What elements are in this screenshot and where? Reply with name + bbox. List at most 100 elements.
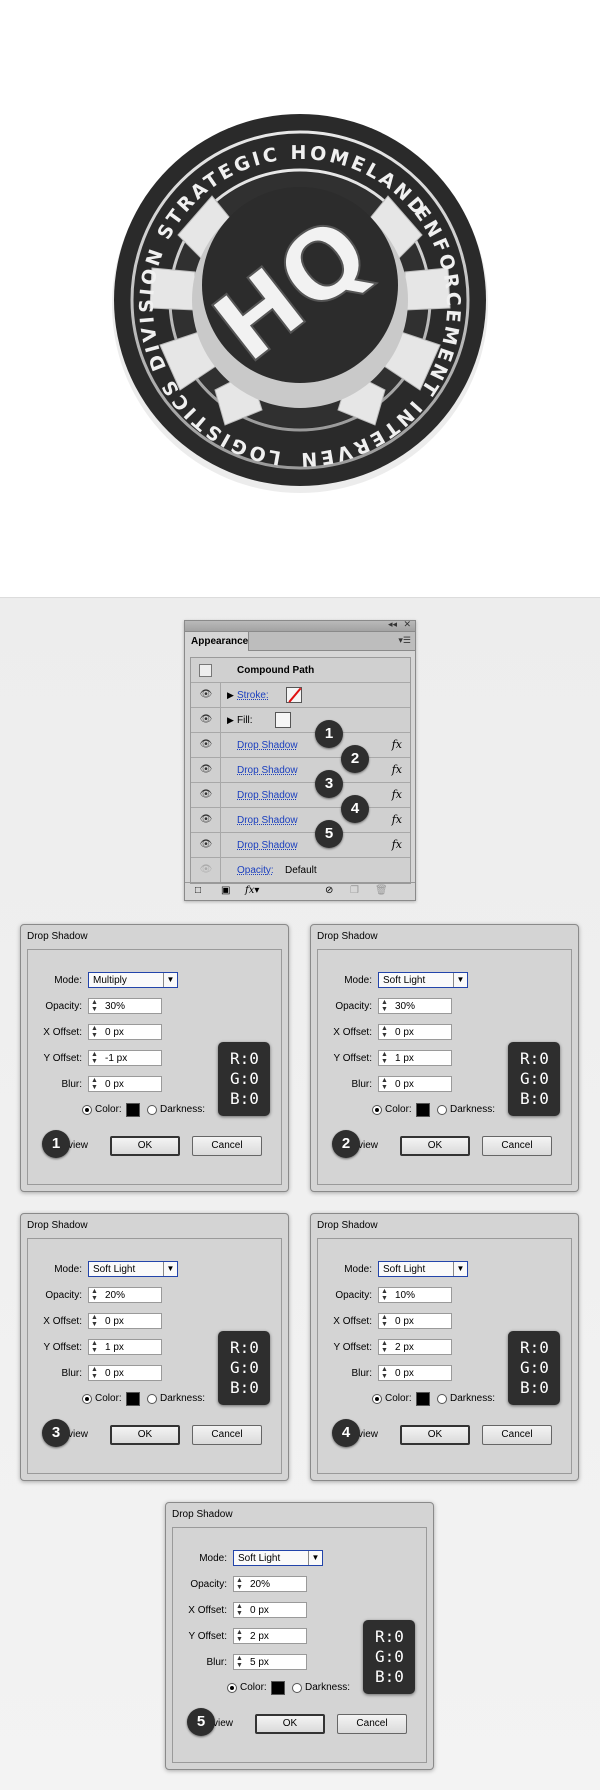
fill-row[interactable]: 👁 ▶ Fill: — [191, 708, 410, 733]
new-fill-icon[interactable]: ▣ — [221, 885, 230, 896]
y-offset-field[interactable]: ▲ ▼ 1 px — [88, 1339, 162, 1355]
color-radio[interactable] — [82, 1105, 92, 1115]
eye-icon[interactable]: 👁 — [199, 864, 213, 876]
shadow-color-swatch[interactable] — [416, 1103, 430, 1117]
clear-appearance-icon[interactable]: ⊘ — [325, 885, 333, 896]
darkness-radio[interactable] — [292, 1683, 302, 1693]
color-radio[interactable] — [372, 1394, 382, 1404]
duplicate-icon[interactable]: ❐ — [350, 885, 359, 896]
stepper-icon[interactable]: ▲ ▼ — [91, 1077, 98, 1091]
preview-label[interactable]: view — [358, 1429, 378, 1440]
color-radio[interactable] — [227, 1683, 237, 1693]
y-offset-field[interactable]: ▲ ▼ -1 px — [88, 1050, 162, 1066]
mode-select[interactable]: Multiply ▼ — [88, 972, 178, 988]
fill-swatch[interactable] — [275, 712, 291, 728]
cancel-button[interactable]: Cancel — [337, 1714, 407, 1734]
fx-icon[interactable]: fx — [392, 813, 402, 826]
effect-row[interactable]: 👁 Drop Shadow fx — [191, 783, 410, 808]
drop-shadow-link[interactable]: Drop Shadow — [237, 790, 298, 801]
panel-titlebar[interactable]: ◂◂ ✕ — [185, 619, 415, 632]
opacity-row[interactable]: 👁 Opacity: Default — [191, 858, 410, 883]
stepper-icon[interactable]: ▲ ▼ — [91, 1025, 98, 1039]
color-radio[interactable] — [372, 1105, 382, 1115]
cancel-button[interactable]: Cancel — [192, 1425, 262, 1445]
chevron-down-icon[interactable]: ▼ — [453, 1262, 467, 1276]
chevron-down-icon[interactable]: ▼ — [453, 973, 467, 987]
stroke-row[interactable]: 👁 ▶ Stroke: — [191, 683, 410, 708]
chevron-down-icon[interactable]: ▼ — [163, 973, 177, 987]
fx-icon[interactable]: fx — [392, 838, 402, 851]
stepper-icon[interactable]: ▲ ▼ — [381, 1366, 388, 1380]
stepper-icon[interactable]: ▲ ▼ — [381, 1051, 388, 1065]
eye-icon[interactable]: 👁 — [199, 764, 213, 776]
stepper-icon[interactable]: ▲ ▼ — [91, 1340, 98, 1354]
stroke-swatch[interactable] — [286, 687, 302, 703]
mode-select[interactable]: Soft Light ▼ — [88, 1261, 178, 1277]
chevron-down-icon[interactable]: ▼ — [308, 1551, 322, 1565]
stepper-icon[interactable]: ▲ ▼ — [381, 1077, 388, 1091]
drop-shadow-link[interactable]: Drop Shadow — [237, 740, 298, 751]
blur-field[interactable]: ▲ ▼ 0 px — [88, 1076, 162, 1092]
opacity-field[interactable]: ▲ ▼ 20% — [88, 1287, 162, 1303]
effect-row[interactable]: 👁 Drop Shadow fx — [191, 758, 410, 783]
panel-menu-icon[interactable]: ▾☰ — [398, 635, 411, 646]
mode-select[interactable]: Soft Light ▼ — [378, 1261, 468, 1277]
ok-button[interactable]: OK — [400, 1425, 470, 1445]
stepper-icon[interactable]: ▲ ▼ — [381, 1025, 388, 1039]
eye-icon[interactable]: 👁 — [199, 689, 213, 701]
blur-field[interactable]: ▲ ▼ 5 px — [233, 1654, 307, 1670]
opacity-field[interactable]: ▲ ▼ 30% — [88, 998, 162, 1014]
darkness-radio[interactable] — [147, 1394, 157, 1404]
darkness-radio[interactable] — [147, 1105, 157, 1115]
close-icon[interactable]: ✕ — [403, 619, 411, 630]
y-offset-field[interactable]: ▲ ▼ 2 px — [378, 1339, 452, 1355]
blur-field[interactable]: ▲ ▼ 0 px — [378, 1076, 452, 1092]
stroke-link[interactable]: Stroke: — [237, 690, 269, 701]
stepper-icon[interactable]: ▲ ▼ — [236, 1629, 243, 1643]
opacity-field[interactable]: ▲ ▼ 10% — [378, 1287, 452, 1303]
tab-appearance[interactable]: Appearance — [185, 632, 249, 651]
preview-label[interactable]: view — [358, 1140, 378, 1151]
y-offset-field[interactable]: ▲ ▼ 2 px — [233, 1628, 307, 1644]
color-radio[interactable] — [82, 1394, 92, 1404]
add-effect-icon[interactable]: fx▾ — [245, 885, 259, 896]
cancel-button[interactable]: Cancel — [482, 1136, 552, 1156]
chevron-down-icon[interactable]: ▼ — [163, 1262, 177, 1276]
eye-icon[interactable]: 👁 — [199, 739, 213, 751]
cancel-button[interactable]: Cancel — [192, 1136, 262, 1156]
stepper-icon[interactable]: ▲ ▼ — [381, 1314, 388, 1328]
ok-button[interactable]: OK — [255, 1714, 325, 1734]
x-offset-field[interactable]: ▲ ▼ 0 px — [88, 1313, 162, 1329]
effect-row[interactable]: 👁 Drop Shadow fx — [191, 808, 410, 833]
opacity-field[interactable]: ▲ ▼ 30% — [378, 998, 452, 1014]
preview-label[interactable]: view — [213, 1718, 233, 1729]
ok-button[interactable]: OK — [110, 1136, 180, 1156]
stepper-icon[interactable]: ▲ ▼ — [91, 999, 98, 1013]
opacity-link[interactable]: Opacity: — [237, 865, 274, 876]
stepper-icon[interactable]: ▲ ▼ — [91, 1366, 98, 1380]
expand-triangle-icon[interactable]: ▶ — [227, 715, 234, 726]
blur-field[interactable]: ▲ ▼ 0 px — [378, 1365, 452, 1381]
drop-shadow-link[interactable]: Drop Shadow — [237, 840, 298, 851]
x-offset-field[interactable]: ▲ ▼ 0 px — [88, 1024, 162, 1040]
x-offset-field[interactable]: ▲ ▼ 0 px — [378, 1313, 452, 1329]
opacity-field[interactable]: ▲ ▼ 20% — [233, 1576, 307, 1592]
stepper-icon[interactable]: ▲ ▼ — [236, 1655, 243, 1669]
fx-icon[interactable]: fx — [392, 788, 402, 801]
mode-select[interactable]: Soft Light ▼ — [378, 972, 468, 988]
ok-button[interactable]: OK — [400, 1136, 470, 1156]
stepper-icon[interactable]: ▲ ▼ — [381, 1340, 388, 1354]
blur-field[interactable]: ▲ ▼ 0 px — [88, 1365, 162, 1381]
effect-row[interactable]: 👁 Drop Shadow fx — [191, 833, 410, 858]
darkness-radio[interactable] — [437, 1105, 447, 1115]
preview-label[interactable]: view — [68, 1140, 88, 1151]
fx-icon[interactable]: fx — [392, 738, 402, 751]
stepper-icon[interactable]: ▲ ▼ — [91, 1051, 98, 1065]
shadow-color-swatch[interactable] — [416, 1392, 430, 1406]
expand-triangle-icon[interactable]: ▶ — [227, 690, 234, 701]
drop-shadow-link[interactable]: Drop Shadow — [237, 765, 298, 776]
collapse-icon[interactable]: ◂◂ — [388, 619, 397, 630]
shadow-color-swatch[interactable] — [271, 1681, 285, 1695]
eye-icon[interactable]: 👁 — [199, 839, 213, 851]
stepper-icon[interactable]: ▲ ▼ — [91, 1314, 98, 1328]
